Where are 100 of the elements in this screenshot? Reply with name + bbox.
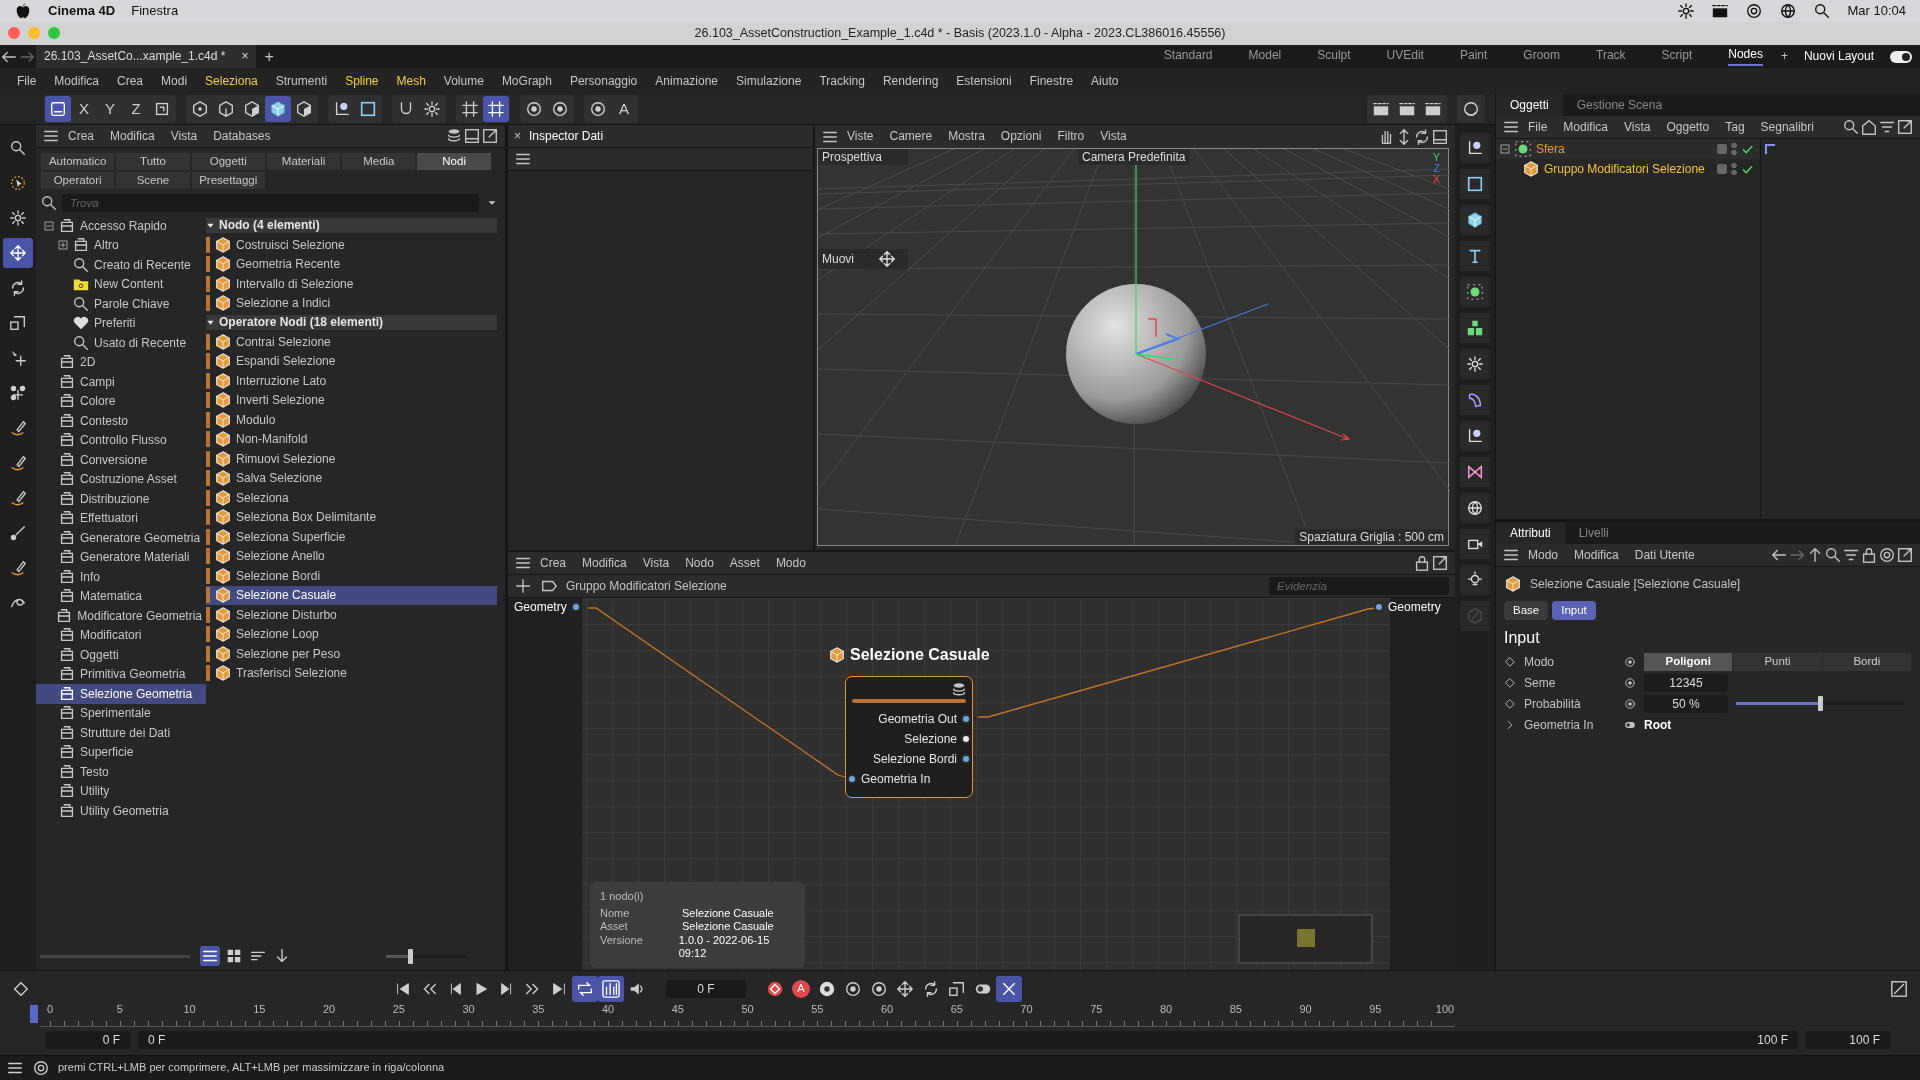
node-list-item[interactable]: Salva Selezione xyxy=(206,468,497,488)
highlight-search-field[interactable]: Evidenzia xyxy=(1269,577,1449,595)
tree-item[interactable]: Contesto xyxy=(80,413,129,428)
node-list-item[interactable]: Seleziona Box Delimitante xyxy=(206,507,497,527)
menu-item[interactable]: Filtro xyxy=(1049,129,1093,144)
menu-item[interactable]: Strumenti xyxy=(266,73,337,89)
layout-tab[interactable]: Track xyxy=(1596,48,1626,65)
menu-item[interactable]: Vista xyxy=(162,128,206,144)
attribute-tab[interactable]: Base xyxy=(1504,601,1549,621)
menu-item[interactable]: Asset xyxy=(721,555,768,571)
panel-tab[interactable]: Attributi xyxy=(1496,522,1565,544)
app-name[interactable]: Cinema 4D xyxy=(48,3,116,19)
menu-item[interactable]: Nodo xyxy=(677,555,722,571)
menu-item[interactable]: Seleziona xyxy=(196,73,267,89)
node-list-item[interactable]: Selezione Disturbo xyxy=(206,605,497,625)
tab-close-button[interactable]: × xyxy=(241,49,249,64)
tree-item[interactable]: Parole Chiave xyxy=(94,296,170,311)
menu-item[interactable]: Mostra xyxy=(940,129,993,144)
menu-item[interactable]: Modifica xyxy=(45,73,109,89)
group-header[interactable]: Operatore Nodi (18 elementi) xyxy=(206,315,497,330)
menu-item[interactable]: Dati Utente xyxy=(1626,547,1703,563)
layout-tab[interactable]: Sculpt xyxy=(1317,48,1351,65)
menu-item[interactable]: Simulazione xyxy=(727,73,811,89)
tree-item[interactable]: Accesso Rapido xyxy=(80,218,167,233)
panel-tab[interactable]: Livelli xyxy=(1564,522,1623,544)
tree-item[interactable]: Utility Geometria xyxy=(80,803,169,818)
new-tab-button[interactable]: + xyxy=(264,46,274,67)
node-list-item[interactable]: Contrai Selezione xyxy=(206,332,497,352)
tree-item[interactable]: Sperimentale xyxy=(80,706,151,721)
node-list-item[interactable]: Modulo xyxy=(206,410,497,430)
filter-tab[interactable]: Automatico xyxy=(41,153,115,170)
tree-item[interactable]: Strutture dei Dati xyxy=(80,725,171,740)
node-list-item[interactable]: Selezione Casuale xyxy=(206,585,497,605)
menu-item[interactable]: Modifica xyxy=(1566,547,1627,563)
menu-item[interactable]: Spline xyxy=(336,73,388,89)
panel-tab[interactable]: Oggetti xyxy=(1496,94,1563,116)
view-name-label[interactable]: Prospettiva xyxy=(818,149,908,166)
menu-item[interactable]: Crea xyxy=(108,73,153,89)
number-field[interactable]: 50 % xyxy=(1644,694,1728,713)
menu-item[interactable]: Viste xyxy=(839,129,882,144)
mode-option[interactable]: Poligoni xyxy=(1644,652,1733,671)
tree-item[interactable]: Creato di Recente xyxy=(94,257,191,272)
menu-item[interactable]: Camere xyxy=(881,129,941,144)
menu-item[interactable]: Modifica xyxy=(1555,119,1617,135)
range-bar[interactable]: 0 F 100 F xyxy=(138,1031,1798,1049)
tree-item[interactable]: Generatore Geometria xyxy=(80,530,201,545)
range-start-field[interactable]: 0 F xyxy=(46,1031,130,1049)
menu-item[interactable]: Estensioni xyxy=(947,73,1021,89)
node-list-item[interactable]: Interruzione Lato xyxy=(206,371,497,391)
node-list-item[interactable]: Intervallo di Selezione xyxy=(206,274,497,294)
layout-tab[interactable]: Standard xyxy=(1163,48,1213,65)
menu-item[interactable]: Opzioni xyxy=(992,129,1050,144)
layout-tab[interactable]: Groom xyxy=(1523,48,1560,65)
menu-item[interactable]: Personaggio xyxy=(560,73,647,89)
tree-item[interactable]: Utility xyxy=(80,784,110,799)
layout-tab[interactable]: UVEdit xyxy=(1386,48,1424,65)
node-list-item[interactable]: Seleziona Superficie xyxy=(206,527,497,547)
tree-item[interactable]: Colore xyxy=(80,394,116,409)
menu-item[interactable]: File xyxy=(8,73,46,89)
node-list-item[interactable]: Selezione Anello xyxy=(206,546,497,566)
menu-item[interactable]: Crea xyxy=(60,128,102,144)
add-layout-button[interactable]: + xyxy=(1780,49,1788,64)
tree-item[interactable]: Altro xyxy=(94,238,119,253)
filter-tab[interactable]: Oggetti xyxy=(191,153,265,170)
filter-tab[interactable]: Scene xyxy=(116,172,190,189)
menu-item[interactable]: Animazione xyxy=(646,73,727,89)
layout-tab[interactable]: Nodes xyxy=(1728,47,1763,66)
tree-item[interactable]: Oggetti xyxy=(80,647,119,662)
menu-item[interactable]: Vista xyxy=(634,555,678,571)
node-list-item[interactable]: Non-Manifold xyxy=(206,429,497,449)
object-name[interactable]: Gruppo Modificatori Selezione xyxy=(1544,161,1713,177)
tree-item[interactable]: Costruzione Asset xyxy=(80,472,177,487)
tree-item[interactable]: Controllo Flusso xyxy=(80,433,167,448)
node-list-item[interactable]: Rimuovi Selezione xyxy=(206,449,497,469)
tree-item[interactable]: Modificatore Geometria xyxy=(77,608,202,623)
panel-tab[interactable]: Gestione Scena xyxy=(1562,94,1677,116)
filter-tab[interactable]: Materiali xyxy=(266,153,341,170)
menu-item[interactable]: Aiuto xyxy=(1082,73,1128,89)
tree-item[interactable]: Matematica xyxy=(80,589,143,604)
layout-tab[interactable]: Script xyxy=(1661,48,1693,65)
layout-tab[interactable]: Model xyxy=(1248,48,1282,65)
menu-item[interactable]: Crea xyxy=(532,555,574,571)
menu-item[interactable]: MoGraph xyxy=(492,73,561,89)
tree-item[interactable]: Campi xyxy=(80,374,115,389)
tree-item[interactable]: Conversione xyxy=(80,452,148,467)
axis-toggle[interactable]: Y xyxy=(97,96,123,122)
tree-item[interactable]: Superficie xyxy=(80,745,134,760)
node-list-item[interactable]: Espandi Selezione xyxy=(206,351,497,371)
menu-item[interactable]: File xyxy=(1520,119,1556,135)
node-list-item[interactable]: Selezione per Peso xyxy=(206,644,497,664)
tree-item[interactable]: Primitiva Geometria xyxy=(80,667,186,682)
tree-item[interactable]: Usato di Recente xyxy=(94,335,187,350)
node-list-item[interactable]: Costruisci Selezione xyxy=(206,235,497,255)
tree-item[interactable]: Effettuatori xyxy=(80,511,138,526)
tree-item[interactable]: Modificatori xyxy=(80,628,142,643)
menu-item[interactable]: Modifica xyxy=(574,555,635,571)
axis-toggle[interactable]: Z xyxy=(123,96,149,122)
menu-item[interactable]: Modi xyxy=(152,73,197,89)
autokey-button[interactable]: A xyxy=(792,980,810,998)
document-tab[interactable]: 26.103_AssetCo...xample_1.c4d * xyxy=(44,49,226,64)
